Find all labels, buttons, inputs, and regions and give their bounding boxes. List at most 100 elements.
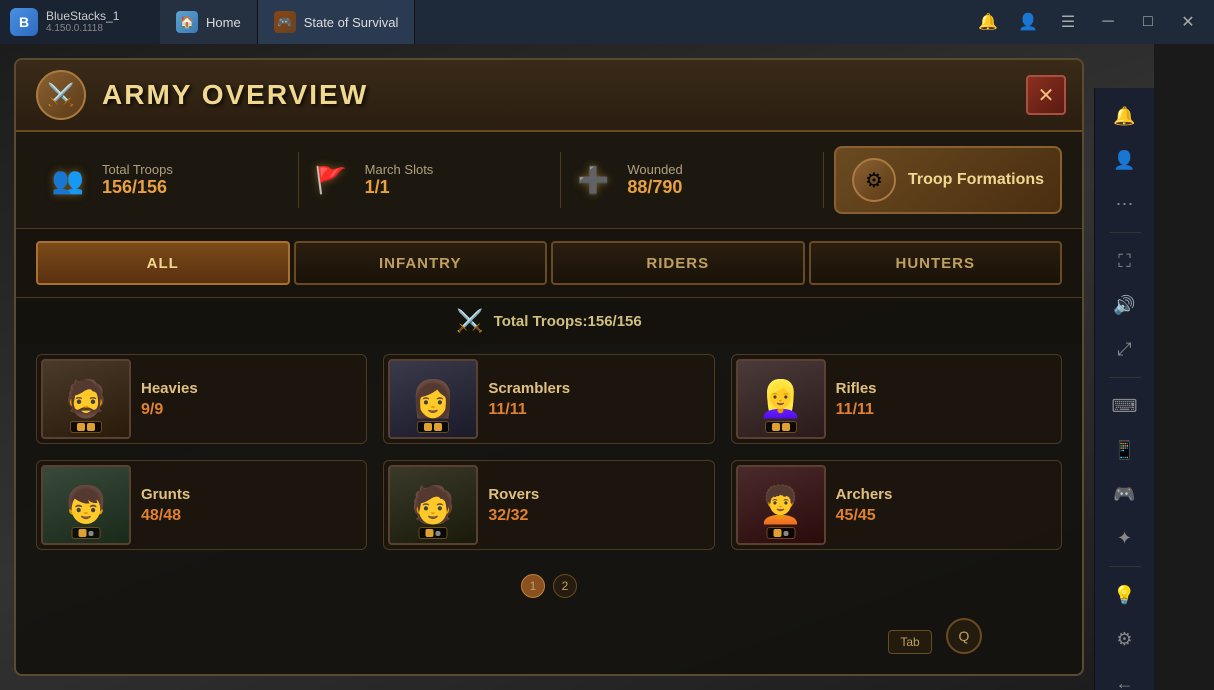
close-btn[interactable]: ✕ [1170,4,1206,40]
rovers-count: 32/32 [488,507,709,525]
grunts-level-badge [72,527,101,539]
march-slots-label: March Slots [365,162,434,177]
total-troops-bar-text: Total Troops:156/156 [494,313,642,330]
troop-formations-icon: ⚙ [852,158,896,202]
total-troops-label: Total Troops [102,162,173,177]
level-dot-small [89,531,94,536]
taskbar: B BlueStacks_1 4.150.0.1118 🏠 Home 🎮 Sta… [0,0,1214,44]
troop-formations-button[interactable]: ⚙ Troop Formations [834,146,1062,214]
heavies-level-badge [70,421,102,433]
troop-avatar-rifles: 👱‍♀️ [736,359,826,439]
army-header-icon: ⚔️ [36,70,86,120]
tab-state-of-survival[interactable]: 🎮 State of Survival [258,0,416,44]
home-tab-label: Home [206,15,241,30]
troop-card-archers[interactable]: 🧑‍🦱 Archers 45/45 [731,460,1062,550]
taskbar-right-controls: 🔔 👤 ☰ ─ □ ✕ [970,4,1214,40]
right-phone-btn[interactable]: 📱 [1105,430,1145,470]
right-divider-3 [1109,566,1141,567]
wounded-icon: ➕ [571,158,615,202]
grunts-count: 48/48 [141,507,362,525]
tab-infantry[interactable]: INFANTRY [294,241,548,285]
bluestacks-logo: B BlueStacks_1 4.150.0.1118 [0,0,160,44]
march-slots-text: March Slots 1/1 [365,162,434,198]
tab-all[interactable]: ALL [36,241,290,285]
level-dot-1 [79,529,87,537]
troop-card-rovers[interactable]: 🧑 Rovers 32/32 [383,460,714,550]
account-btn[interactable]: 👤 [1010,4,1046,40]
archers-count: 45/45 [836,507,1057,525]
troop-grid: 🧔 Heavies 9/9 👩 [16,344,1082,566]
wounded-value: 88/790 [627,177,682,198]
archers-level-badge [766,527,795,539]
troop-card-grunts[interactable]: 👦 Grunts 48/48 [36,460,367,550]
menu-btn[interactable]: ☰ [1050,4,1086,40]
right-notifications-btn[interactable]: 🔔 [1105,96,1145,136]
troop-avatar-archers: 🧑‍🦱 [736,465,826,545]
right-settings-btn[interactable]: ⋯ [1105,184,1145,224]
page-2-btn[interactable]: 2 [553,574,577,598]
tab-shortcut-button[interactable]: Tab [888,630,932,654]
right-divider-1 [1109,232,1141,233]
level-dot-small [436,531,441,536]
pagination: 1 2 [16,566,1082,606]
level-dot-1 [773,529,781,537]
scramblers-level-badge [417,421,449,433]
right-divider-2 [1109,377,1141,378]
total-troops-bar: ⚔️ Total Troops:156/156 [16,298,1082,344]
heavies-name: Heavies [141,380,362,397]
right-screenshot-btn[interactable]: ✦ [1105,518,1145,558]
total-troops-value: 156/156 [102,177,173,198]
game-tab-icon: 🎮 [274,11,296,33]
total-troops-text: Total Troops 156/156 [102,162,173,198]
home-tab-icon: 🏠 [176,11,198,33]
total-troops-stat: 👥 Total Troops 156/156 [36,152,299,208]
right-theme-btn[interactable]: 💡 [1105,575,1145,615]
rovers-name: Rovers [488,486,709,503]
rifles-count: 11/11 [836,401,1057,419]
level-dot-1 [772,423,780,431]
rovers-info: Rovers 32/32 [488,486,709,525]
total-troops-bar-icon: ⚔️ [456,308,483,334]
right-fullscreen2-btn[interactable]: ⤢ [1105,329,1145,369]
rifles-info: Rifles 11/11 [836,380,1057,419]
army-close-button[interactable]: ✕ [1026,75,1066,115]
troop-card-heavies[interactable]: 🧔 Heavies 9/9 [36,354,367,444]
rifles-level-badge [765,421,797,433]
total-troops-icon: 👥 [46,158,90,202]
troop-avatar-rovers: 🧑 [388,465,478,545]
troop-formations-label: Troop Formations [908,171,1044,189]
tab-riders[interactable]: RIDERS [551,241,805,285]
right-gamepad-btn[interactable]: 🎮 [1105,474,1145,514]
troop-card-scramblers[interactable]: 👩 Scramblers 11/11 [383,354,714,444]
army-overview-panel: ⚔️ ARMY OVERVIEW ✕ 👥 Total Troops 156/15… [14,58,1084,676]
troop-avatar-heavies: 🧔 [41,359,131,439]
archers-info: Archers 45/45 [836,486,1057,525]
maximize-btn[interactable]: □ [1130,4,1166,40]
tab-home[interactable]: 🏠 Home [160,0,258,44]
tab-hunters[interactable]: HUNTERS [809,241,1063,285]
troop-avatar-grunts: 👦 [41,465,131,545]
level-dot-1 [426,529,434,537]
minimize-btn[interactable]: ─ [1090,4,1126,40]
heavies-count: 9/9 [141,401,362,419]
right-back-btn[interactable]: ← [1105,663,1145,690]
troop-card-rifles[interactable]: 👱‍♀️ Rifles 11/11 [731,354,1062,444]
page-1-btn[interactable]: 1 [521,574,545,598]
heavies-info: Heavies 9/9 [141,380,362,419]
wounded-label: Wounded [627,162,682,177]
right-gear-btn[interactable]: ⚙ [1105,619,1145,659]
troop-type-tabs: ALL INFANTRY RIDERS HUNTERS [16,229,1082,298]
q-shortcut-button[interactable]: Q [946,618,982,654]
march-slots-stat: 🚩 March Slots 1/1 [299,152,562,208]
game-area: ⚔️ ARMY OVERVIEW ✕ 👥 Total Troops 156/15… [0,44,1154,690]
level-dot-2 [434,423,442,431]
right-keyboard-btn[interactable]: ⌨ [1105,386,1145,426]
rovers-level-badge [419,527,448,539]
notification-btn[interactable]: 🔔 [970,4,1006,40]
level-dot-1 [424,423,432,431]
troop-avatar-scramblers: 👩 [388,359,478,439]
right-account-btn[interactable]: 👤 [1105,140,1145,180]
game-tab-label: State of Survival [304,15,399,30]
right-volume-btn[interactable]: 🔊 [1105,285,1145,325]
right-fullscreen-btn[interactable]: ⛶ [1105,241,1145,281]
